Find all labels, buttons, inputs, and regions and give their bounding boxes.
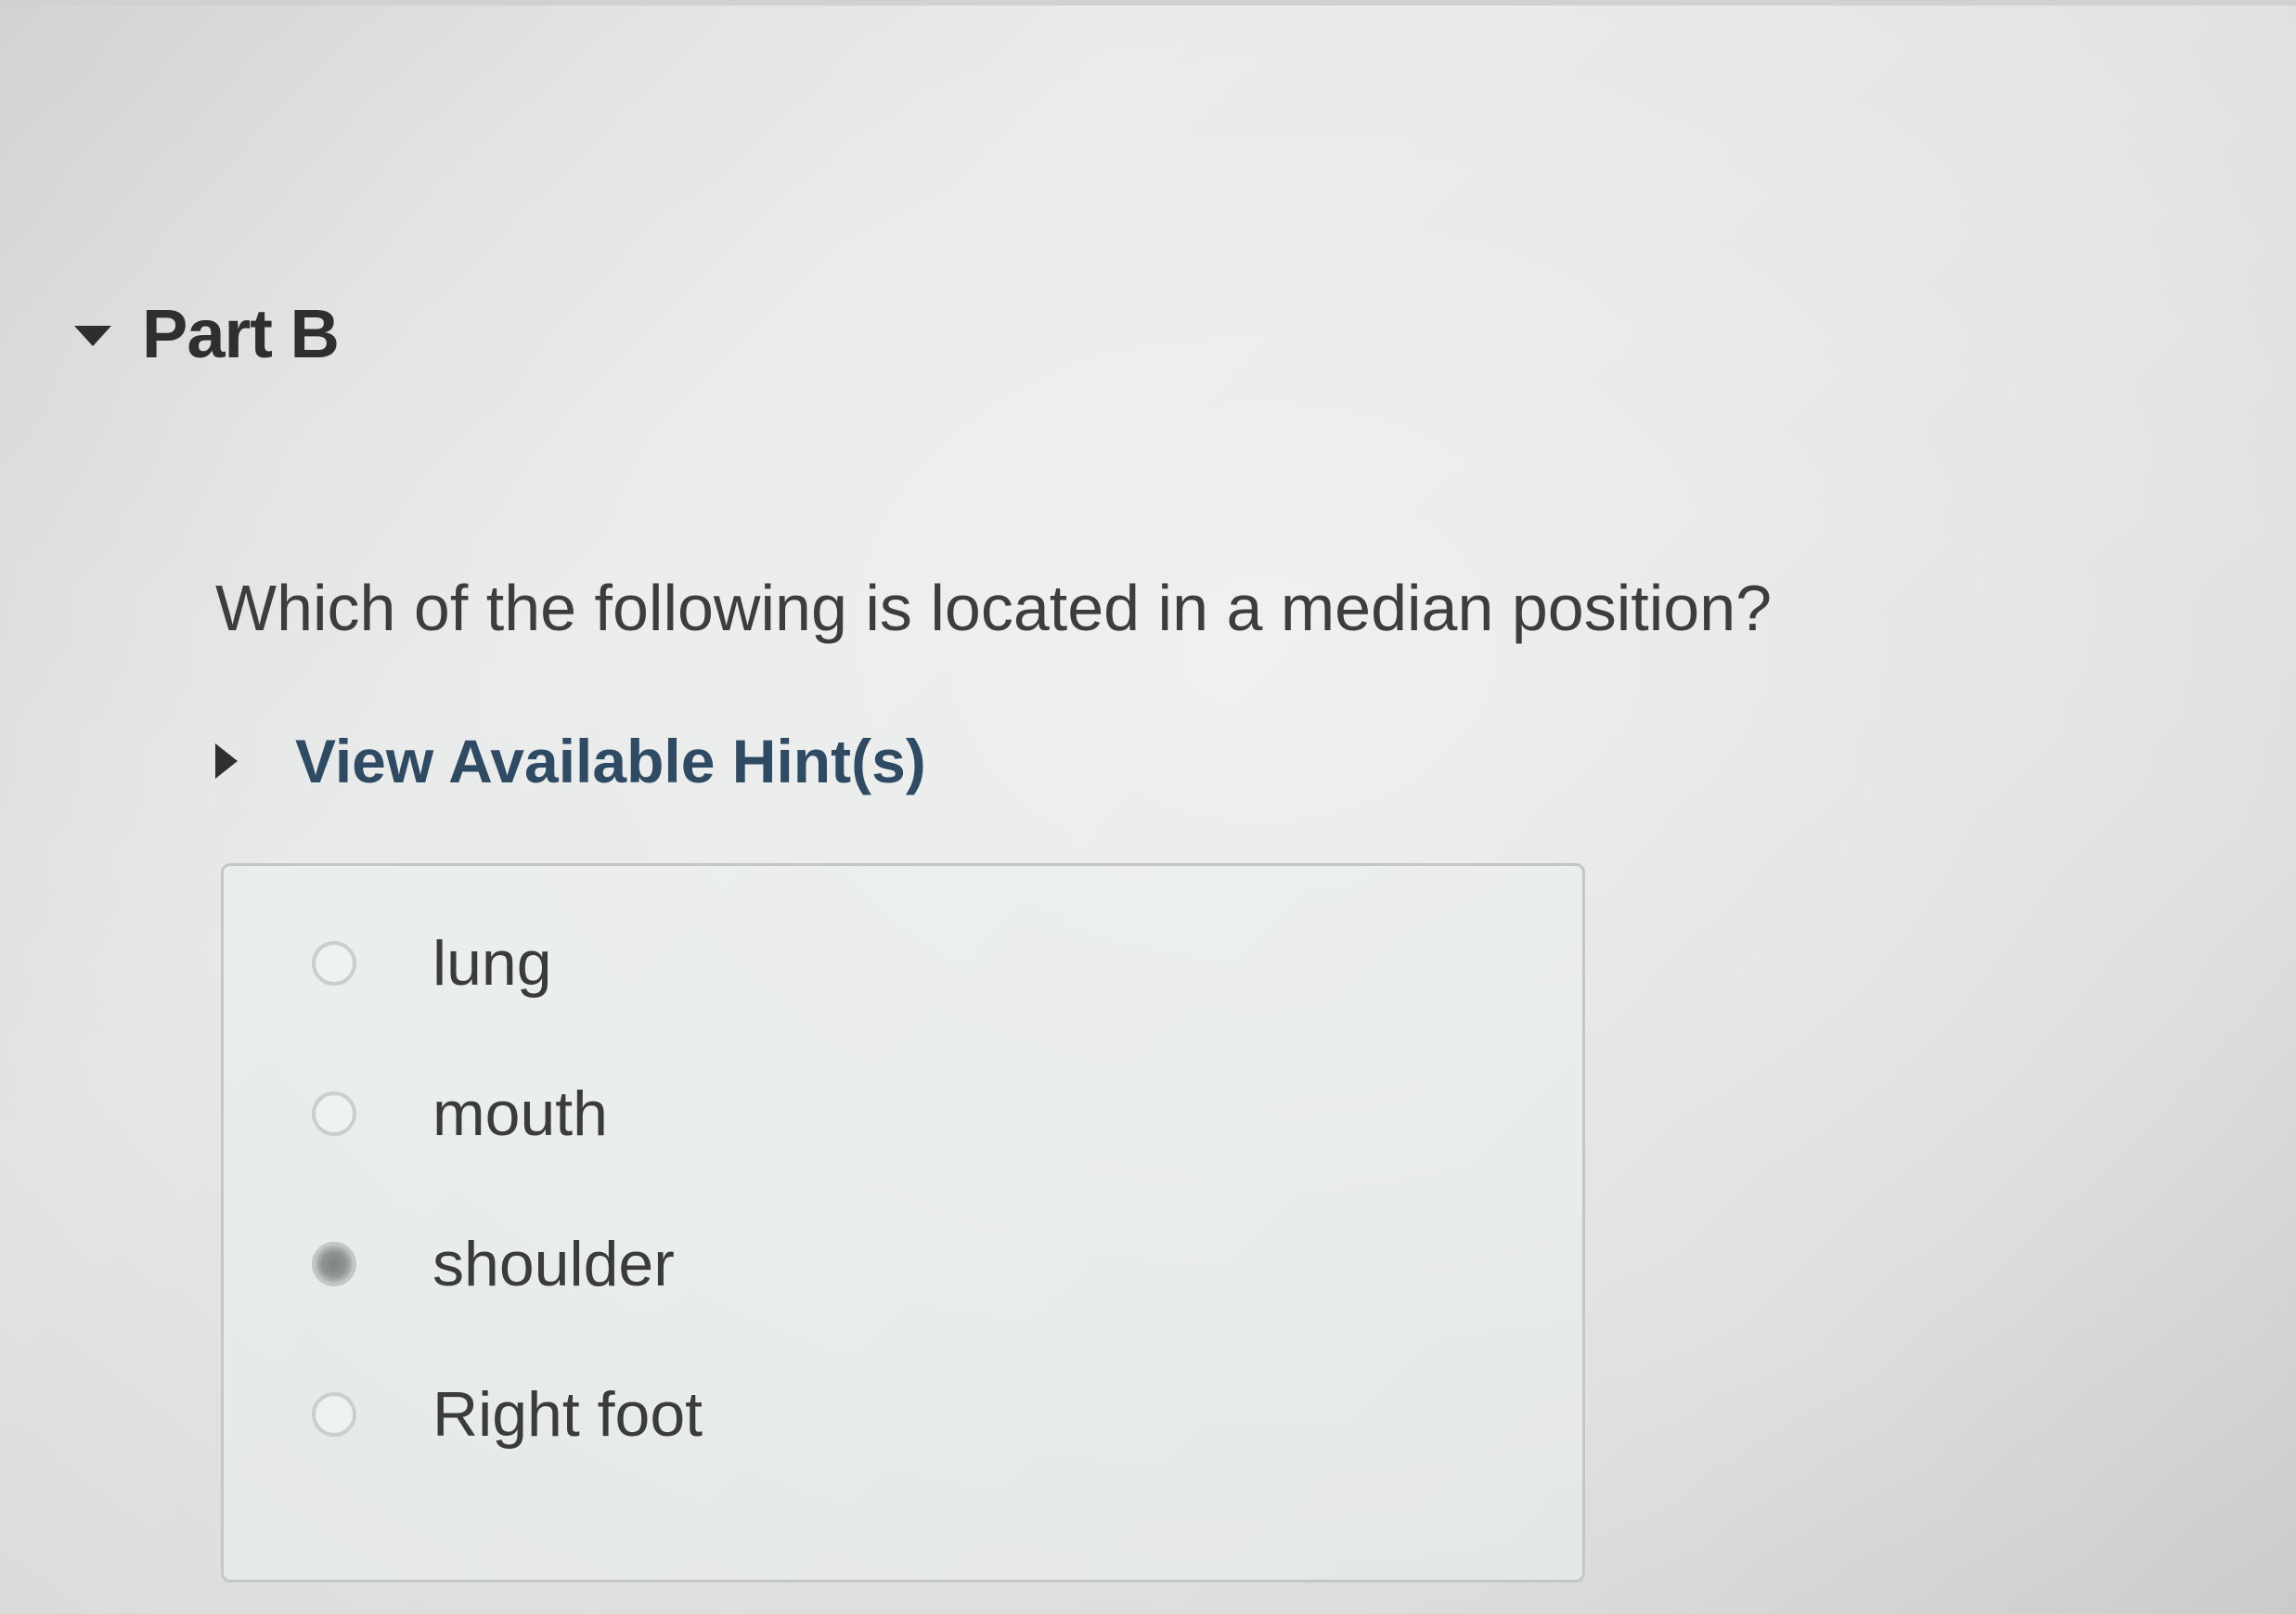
answer-option-lung[interactable]: lung <box>312 912 552 1014</box>
answer-option-shoulder[interactable]: shoulder <box>312 1213 675 1315</box>
question-text: Which of the following is located in a m… <box>215 572 1773 644</box>
answer-option-label[interactable]: lung <box>432 927 552 1000</box>
answer-option-label[interactable]: mouth <box>432 1078 608 1150</box>
view-hints-label[interactable]: View Available Hint(s) <box>295 726 926 796</box>
answer-option-right-foot[interactable]: Right foot <box>312 1363 703 1466</box>
part-title: Part B <box>142 295 340 372</box>
radio-button-right-foot[interactable] <box>312 1392 356 1437</box>
caret-down-icon[interactable] <box>74 326 111 346</box>
answer-option-mouth[interactable]: mouth <box>312 1063 608 1165</box>
view-hints-toggle[interactable]: View Available Hint(s) <box>215 719 926 803</box>
radio-button-lung[interactable] <box>312 941 356 986</box>
radio-button-shoulder-selected[interactable] <box>312 1242 356 1286</box>
answer-option-label[interactable]: Right foot <box>432 1378 703 1451</box>
answer-choices-box: lung mouth shoulder Right foot <box>221 863 1585 1582</box>
part-header[interactable] <box>74 288 111 381</box>
radio-button-mouth[interactable] <box>312 1091 356 1136</box>
caret-right-icon[interactable] <box>215 743 238 779</box>
answer-option-label[interactable]: shoulder <box>432 1228 675 1300</box>
top-divider <box>0 0 2296 6</box>
